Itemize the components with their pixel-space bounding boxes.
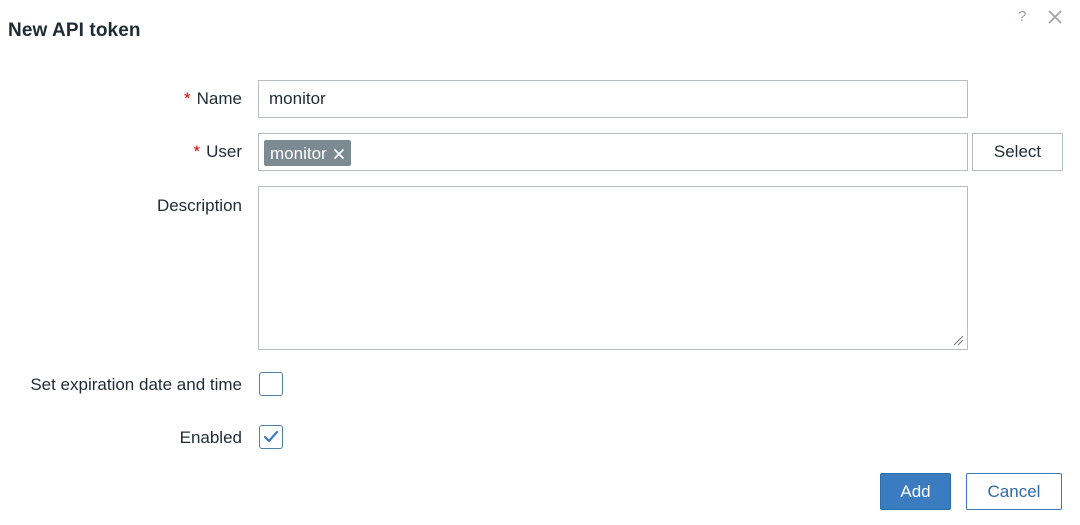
expiration-label: Set expiration date and time: [30, 375, 242, 394]
select-user-button[interactable]: Select: [972, 133, 1063, 171]
cancel-button[interactable]: Cancel: [966, 473, 1062, 510]
close-icon[interactable]: [1046, 8, 1064, 26]
description-textarea[interactable]: [258, 186, 968, 350]
checkmark-icon: [263, 430, 279, 443]
dialog-title: New API token: [8, 20, 141, 41]
required-marker: *: [193, 142, 201, 161]
add-button[interactable]: Add: [880, 473, 951, 510]
enabled-checkbox[interactable]: [259, 425, 283, 449]
user-chip: monitor: [264, 140, 351, 166]
name-label-text: Name: [196, 89, 242, 108]
required-marker: *: [184, 89, 191, 108]
resize-handle-icon[interactable]: [952, 334, 964, 346]
user-label: * User: [193, 142, 242, 162]
user-chip-label: monitor: [270, 144, 327, 163]
help-icon[interactable]: ?: [1018, 8, 1026, 25]
enabled-label: Enabled: [179, 428, 242, 447]
new-api-token-dialog: New API token ? * Name * User monitor Sele…: [0, 0, 1080, 525]
name-input[interactable]: [258, 80, 968, 118]
name-label: * Name: [184, 89, 242, 109]
expiration-checkbox[interactable]: [259, 372, 283, 396]
user-label-text: User: [206, 142, 242, 161]
description-label: Description: [156, 196, 242, 215]
user-multiselect[interactable]: monitor: [258, 133, 968, 171]
chip-remove-icon[interactable]: [333, 148, 345, 160]
